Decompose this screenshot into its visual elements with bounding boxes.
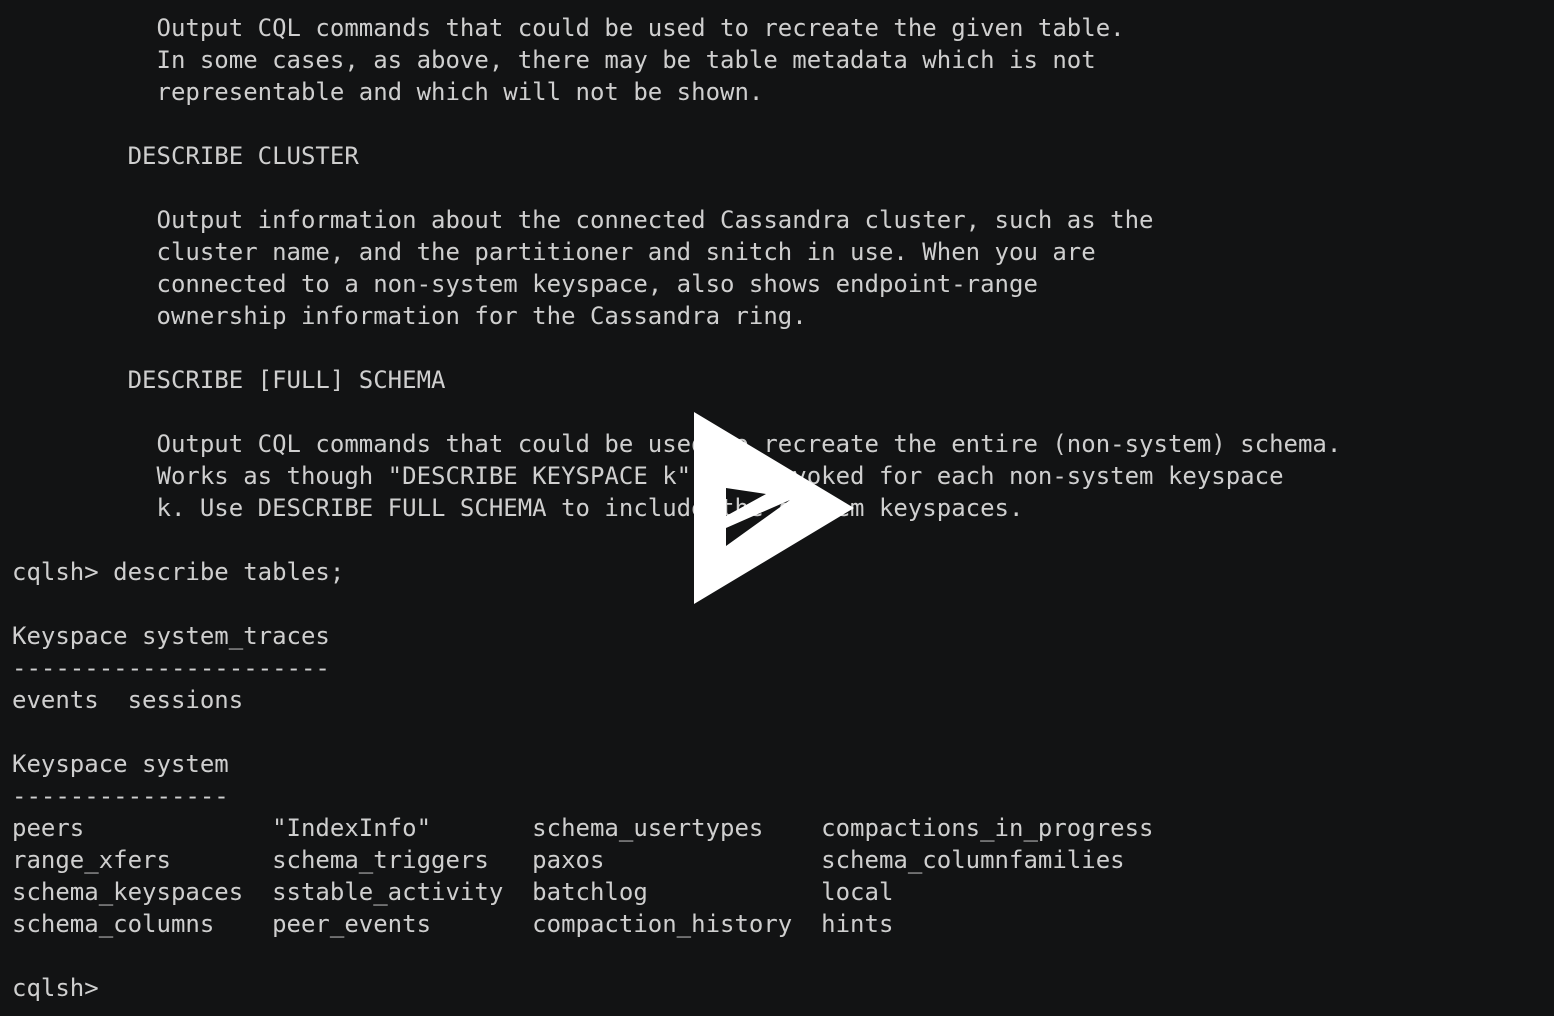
terminal-line: connected to a non-system keyspace, also… — [12, 270, 1038, 298]
terminal-line: representable and which will not be show… — [12, 78, 764, 106]
terminal-line: Output information about the connected C… — [12, 206, 1154, 234]
terminal-line: peers "IndexInfo" schema_usertypes compa… — [12, 814, 1154, 842]
terminal-line: cluster name, and the partitioner and sn… — [12, 238, 1096, 266]
terminal-line: DESCRIBE [FULL] SCHEMA — [12, 366, 446, 394]
terminal-line: DESCRIBE CLUSTER — [12, 142, 359, 170]
terminal-line: --------------- — [12, 782, 229, 810]
terminal-line: cqlsh> describe tables; — [12, 558, 345, 586]
terminal-output: Output CQL commands that could be used t… — [12, 12, 1341, 1004]
terminal-line: Keyspace system_traces — [12, 622, 330, 650]
terminal-line: cqlsh> — [12, 974, 114, 1002]
play-icon — [694, 412, 854, 604]
terminal-line: In some cases, as above, there may be ta… — [12, 46, 1096, 74]
terminal-line: Keyspace system — [12, 750, 229, 778]
terminal-line: schema_keyspaces sstable_activity batchl… — [12, 878, 894, 906]
terminal-line: ---------------------- — [12, 654, 330, 682]
terminal-line: range_xfers schema_triggers paxos schema… — [12, 846, 1125, 874]
terminal-line: schema_columns peer_events compaction_hi… — [12, 910, 894, 938]
terminal-line: ownership information for the Cassandra … — [12, 302, 807, 330]
terminal-line: k. Use DESCRIBE FULL SCHEMA to include t… — [12, 494, 1024, 522]
terminal-window: Output CQL commands that could be used t… — [0, 0, 1554, 1016]
terminal-line: Output CQL commands that could be used t… — [12, 430, 1342, 458]
terminal-line: Output CQL commands that could be used t… — [12, 14, 1125, 42]
terminal-line: events sessions — [12, 686, 244, 714]
play-button[interactable] — [684, 404, 864, 612]
terminal-line: Works as though "DESCRIBE KEYSPACE k" wa… — [12, 462, 1284, 490]
